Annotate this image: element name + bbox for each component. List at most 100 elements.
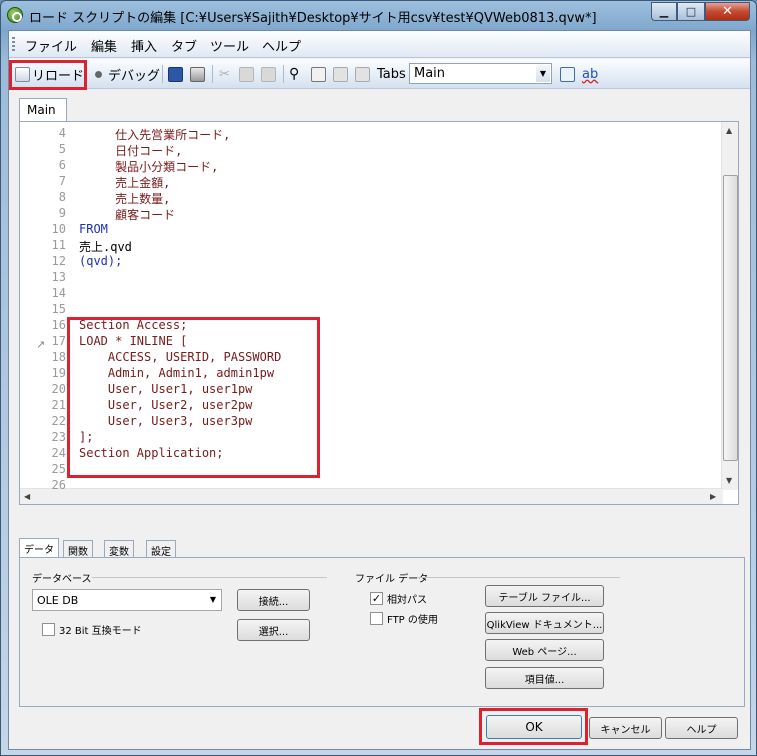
maximize-button[interactable]: □ bbox=[677, 2, 705, 21]
web-page-button[interactable]: Web ページ... bbox=[485, 639, 604, 661]
toolbar-separator bbox=[283, 65, 284, 83]
menu-edit[interactable]: 編集 bbox=[91, 36, 117, 55]
debug-button[interactable]: デバッグ bbox=[91, 64, 160, 84]
tabs-label: Tabs bbox=[377, 66, 406, 82]
database-select-value: OLE DB bbox=[37, 594, 79, 607]
line-number: 21 bbox=[51, 398, 66, 412]
horizontal-scrollbar[interactable]: ◀ ▶ bbox=[20, 488, 723, 504]
script-editor-window: ロード スクリプトの編集 [C:¥Users¥Sajith¥Desktop¥サイ… bbox=[0, 0, 757, 756]
code-line: 顧客コード bbox=[79, 208, 176, 222]
database-select[interactable]: OLE DB ▼ bbox=[32, 589, 222, 611]
ok-highlight bbox=[479, 708, 588, 745]
scroll-right-icon[interactable]: ▶ bbox=[710, 492, 716, 501]
line-number: 11 bbox=[51, 238, 66, 252]
divider bbox=[417, 577, 620, 578]
tabs-dropdown-value: Main bbox=[414, 66, 446, 81]
tab-variables[interactable]: 変数 bbox=[104, 540, 134, 558]
chevron-down-icon: ▼ bbox=[209, 595, 216, 604]
tab-data[interactable]: データ bbox=[19, 538, 59, 558]
spell-check-icon[interactable]: ab bbox=[582, 64, 598, 84]
line-number: 23 bbox=[51, 430, 66, 444]
window-title: ロード スクリプトの編集 [C:¥Users¥Sajith¥Desktop¥サイ… bbox=[29, 11, 597, 26]
scroll-down-icon[interactable]: ▼ bbox=[726, 476, 732, 485]
vertical-scrollbar[interactable]: ▲ ▼ bbox=[721, 122, 738, 490]
checkbox-checked-icon: ✓ bbox=[370, 592, 383, 605]
relative-path-checkbox[interactable]: ✓ 相対パス bbox=[370, 591, 427, 606]
select-button[interactable]: 選択... bbox=[237, 619, 310, 641]
tab-functions[interactable]: 関数 bbox=[63, 540, 93, 558]
line-number: 9 bbox=[58, 206, 66, 220]
code-line: 売上数量, bbox=[79, 192, 171, 206]
client-area: ファイル 編集 挿入 タブ ツール ヘルプ リロード デバッグ ✂ ⚲ Tabs… bbox=[8, 30, 751, 750]
reload-highlight bbox=[9, 60, 87, 90]
editor-tabstrip: Main bbox=[19, 98, 749, 122]
debug-bug-icon bbox=[91, 66, 106, 82]
line-number: 18 bbox=[51, 350, 66, 364]
help-button[interactable]: ヘルプ bbox=[665, 717, 738, 739]
tab-settings[interactable]: 設定 bbox=[146, 540, 176, 558]
code-line: (qvd); bbox=[79, 254, 123, 268]
menu-file[interactable]: ファイル bbox=[25, 36, 77, 55]
relative-path-label: 相対パス bbox=[387, 595, 427, 606]
line-number: 17 bbox=[51, 334, 66, 348]
tree-view-icon[interactable] bbox=[560, 66, 575, 82]
line-number: 13 bbox=[51, 270, 66, 284]
menu-insert[interactable]: 挿入 bbox=[131, 36, 157, 55]
tab-main[interactable]: Main bbox=[19, 98, 67, 122]
line-number: 25 bbox=[51, 462, 66, 476]
code-line: 売上金額, bbox=[79, 176, 171, 190]
line-number: 8 bbox=[58, 190, 66, 204]
tab-right-icon[interactable] bbox=[355, 66, 370, 82]
copy-icon[interactable] bbox=[239, 66, 254, 82]
line-number: 20 bbox=[51, 382, 66, 396]
close-button[interactable]: ✕ bbox=[705, 2, 750, 21]
print-icon[interactable] bbox=[190, 66, 205, 82]
menu-grip-icon bbox=[12, 37, 15, 53]
folder-icon[interactable] bbox=[311, 66, 326, 82]
line-number: 22 bbox=[51, 414, 66, 428]
line-number: 15 bbox=[51, 302, 66, 316]
compat-mode-checkbox[interactable]: 32 Bit 互換モード bbox=[42, 622, 142, 637]
vertical-scroll-thumb[interactable] bbox=[723, 175, 738, 461]
code-line: 売上.qvd bbox=[79, 240, 132, 254]
line-number: 12 bbox=[51, 254, 66, 268]
database-group-label: データベース bbox=[32, 574, 92, 585]
scroll-left-icon[interactable]: ◀ bbox=[24, 492, 30, 501]
menu-tab[interactable]: タブ bbox=[171, 36, 197, 55]
ftp-checkbox[interactable]: FTP の使用 bbox=[370, 611, 438, 626]
section-access-highlight bbox=[67, 317, 320, 478]
line-number: 14 bbox=[51, 286, 66, 300]
line-number: 4 bbox=[58, 126, 66, 140]
connect-button[interactable]: 接続... bbox=[237, 589, 310, 611]
title-bar: ロード スクリプトの編集 [C:¥Users¥Sajith¥Desktop¥サイ… bbox=[1, 1, 756, 29]
code-line: FROM bbox=[79, 222, 108, 236]
compat-mode-label: 32 Bit 互換モード bbox=[59, 626, 142, 637]
paste-icon[interactable] bbox=[261, 66, 276, 82]
field-value-button[interactable]: 項目値... bbox=[485, 667, 604, 689]
divider bbox=[92, 577, 327, 578]
line-number: 7 bbox=[58, 174, 66, 188]
code-line: 製品小分類コード, bbox=[79, 160, 219, 174]
tabs-dropdown[interactable]: Main ▼ bbox=[409, 63, 552, 84]
save-icon[interactable] bbox=[168, 66, 183, 82]
cut-icon[interactable]: ✂ bbox=[219, 64, 230, 84]
chevron-down-icon[interactable]: ▼ bbox=[536, 65, 550, 82]
menu-tools[interactable]: ツール bbox=[210, 36, 249, 55]
code-line: 日付コード, bbox=[79, 144, 183, 158]
qlikview-document-button[interactable]: QlikView ドキュメント... bbox=[485, 612, 604, 634]
table-file-button[interactable]: テーブル ファイル... bbox=[485, 585, 604, 607]
cancel-button[interactable]: キャンセル bbox=[589, 717, 662, 739]
checkbox-box bbox=[42, 623, 55, 636]
scroll-up-icon[interactable]: ▲ bbox=[726, 126, 732, 135]
qlikview-app-icon bbox=[7, 7, 23, 23]
debug-label: デバッグ bbox=[108, 68, 161, 84]
minimize-button[interactable]: ▁ bbox=[651, 2, 677, 21]
code-line: 仕入先営業所コード, bbox=[79, 128, 231, 142]
line-number: 6 bbox=[58, 158, 66, 172]
tab-left-icon[interactable] bbox=[333, 66, 348, 82]
menu-help[interactable]: ヘルプ bbox=[262, 36, 301, 55]
line-number: 19 bbox=[51, 366, 66, 380]
line-number: 16 bbox=[51, 318, 66, 332]
search-icon[interactable]: ⚲ bbox=[289, 64, 299, 84]
line-number: 24 bbox=[51, 446, 66, 460]
